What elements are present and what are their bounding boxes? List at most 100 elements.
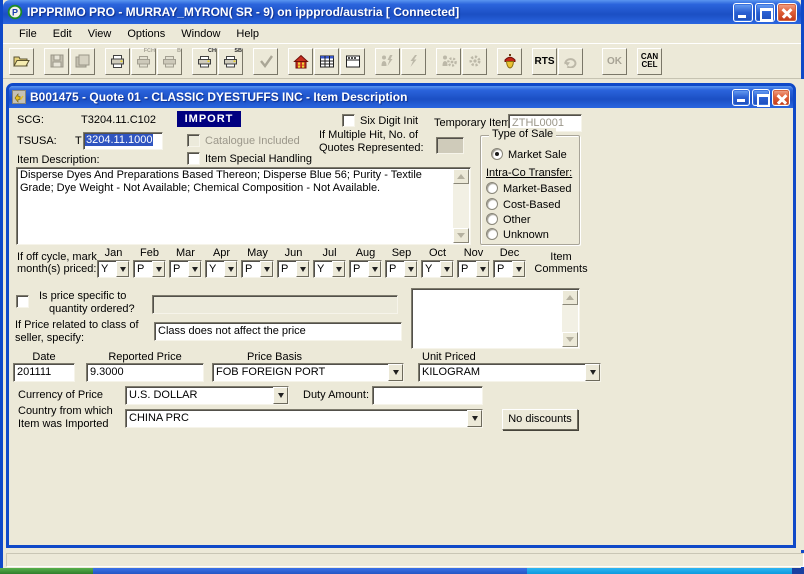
- child-titlebar: B001475 - Quote 01 - CLASSIC DYESTUFFS I…: [9, 86, 793, 108]
- window-button[interactable]: [340, 48, 365, 75]
- class-of-seller-field[interactable]: Class does not affect the price: [154, 322, 402, 341]
- country-label-line1: Country from which: [18, 405, 113, 417]
- unknown-radio[interactable]: [486, 228, 498, 240]
- item-description-label: Item Description:: [17, 154, 100, 166]
- other-radio[interactable]: [486, 213, 498, 225]
- qty-specific-label-line2: quantity ordered?: [49, 303, 135, 315]
- month-priced-select-jan[interactable]: Y: [97, 260, 130, 278]
- multiple-hit-label-line1: If Multiple Hit, No. of: [319, 129, 418, 141]
- chevron-down-icon: [467, 410, 482, 427]
- off-cycle-label-line1: If off cycle, mark: [17, 251, 97, 263]
- country-select[interactable]: CHINA PRC: [125, 409, 483, 428]
- month-label: Jan: [97, 247, 130, 259]
- printer-ch-icon: [197, 54, 212, 69]
- description-scrollbar[interactable]: [453, 169, 469, 243]
- acorn-button[interactable]: [497, 48, 522, 75]
- special-handling-checkbox[interactable]: [187, 152, 200, 165]
- child-close-button[interactable]: [772, 89, 790, 106]
- menu-help[interactable]: Help: [228, 26, 267, 42]
- cost-based-label: Cost-Based: [503, 199, 560, 211]
- item-description-window: B001475 - Quote 01 - CLASSIC DYESTUFFS I…: [6, 83, 796, 548]
- reported-price-field[interactable]: 9.3000: [86, 363, 204, 382]
- item-description-textarea[interactable]: Disperse Dyes And Preparations Based The…: [16, 167, 471, 245]
- tsusa-field[interactable]: 3204.11.1000: [83, 132, 163, 150]
- no-discounts-button[interactable]: No discounts: [502, 409, 578, 430]
- print-button[interactable]: [105, 48, 130, 75]
- active-taskbar-button[interactable]: [527, 568, 792, 574]
- scroll-up-icon[interactable]: [453, 169, 469, 184]
- month-cell-dec: Dec P: [493, 247, 526, 278]
- printer-icon: [110, 54, 125, 69]
- date-label: Date: [13, 351, 75, 363]
- market-sale-radio[interactable]: [491, 148, 503, 160]
- rts-button[interactable]: RTS: [532, 48, 557, 75]
- currency-select[interactable]: U.S. DOLLAR: [125, 386, 289, 405]
- month-label: Jul: [313, 247, 346, 259]
- scroll-up-icon[interactable]: [562, 290, 578, 305]
- start-button[interactable]: [0, 568, 93, 574]
- open-button[interactable]: [9, 48, 34, 75]
- catalogue-included-checkbox: [187, 134, 200, 147]
- taskbar-buttons[interactable]: [93, 568, 527, 574]
- home-button[interactable]: [288, 48, 313, 75]
- menu-window[interactable]: Window: [173, 26, 228, 42]
- child-minimize-button[interactable]: [732, 89, 750, 106]
- cancel-button[interactable]: CAN CEL: [637, 48, 662, 75]
- month-priced-select-oct[interactable]: Y: [421, 260, 454, 278]
- app-icon: P: [7, 4, 23, 20]
- month-priced-select-sep[interactable]: P: [385, 260, 418, 278]
- scroll-down-icon[interactable]: [562, 332, 578, 347]
- maximize-button[interactable]: [755, 3, 775, 22]
- print-b-button: B: [157, 48, 182, 75]
- market-sale-label: Market Sale: [508, 149, 567, 161]
- market-based-radio[interactable]: [486, 182, 498, 194]
- month-priced-select-jul[interactable]: Y: [313, 260, 346, 278]
- menu-view[interactable]: View: [80, 26, 120, 42]
- scroll-down-icon[interactable]: [453, 228, 469, 243]
- month-cell-jul: Jul Y: [313, 247, 346, 278]
- class-of-seller-label-line1: If Price related to class of: [15, 319, 139, 331]
- validate-button: [253, 48, 278, 75]
- month-priced-select-dec[interactable]: P: [493, 260, 526, 278]
- duty-amount-field[interactable]: [372, 386, 483, 405]
- chevron-down-icon: [224, 261, 237, 277]
- month-priced-select-mar[interactable]: P: [169, 260, 202, 278]
- qty-specific-checkbox[interactable]: [16, 295, 29, 308]
- month-label: Nov: [457, 247, 490, 259]
- print-fch-button: FCH: [131, 48, 156, 75]
- cost-based-radio[interactable]: [486, 198, 498, 210]
- print-sb-button[interactable]: SB: [218, 48, 243, 75]
- unit-priced-select[interactable]: KILOGRAM: [418, 363, 601, 382]
- comments-scrollbar[interactable]: [562, 290, 578, 347]
- item-comments-label-line2: Comments: [529, 263, 593, 275]
- six-digit-init-checkbox[interactable]: [342, 114, 355, 127]
- grid-button[interactable]: [314, 48, 339, 75]
- date-field[interactable]: 201111: [13, 363, 75, 382]
- save-button: [44, 48, 69, 75]
- chevron-down-icon: [260, 261, 273, 277]
- menu-options[interactable]: Options: [119, 26, 173, 42]
- month-label: Mar: [169, 247, 202, 259]
- item-comments-textarea[interactable]: [411, 288, 580, 349]
- month-priced-select-feb[interactable]: P: [133, 260, 166, 278]
- qty-specific-label-line1: Is price specific to: [39, 290, 126, 302]
- price-basis-select[interactable]: FOB FOREIGN PORT: [212, 363, 404, 382]
- market-based-label: Market-Based: [503, 183, 571, 195]
- off-cycle-label-line2: month(s) priced:: [17, 263, 96, 275]
- quotes-represented-field[interactable]: [436, 137, 464, 154]
- month-priced-select-apr[interactable]: Y: [205, 260, 238, 278]
- toolbar: FCH B CH SB: [3, 43, 801, 79]
- month-priced-select-nov[interactable]: P: [457, 260, 490, 278]
- open-folder-icon: [13, 54, 30, 68]
- month-priced-select-jun[interactable]: P: [277, 260, 310, 278]
- minimize-button[interactable]: [733, 3, 753, 22]
- month-priced-select-aug[interactable]: P: [349, 260, 382, 278]
- close-button[interactable]: [777, 3, 797, 22]
- menu-edit[interactable]: Edit: [45, 26, 80, 42]
- month-priced-select-may[interactable]: P: [241, 260, 274, 278]
- print-ch-button[interactable]: CH: [192, 48, 217, 75]
- month-label: Oct: [421, 247, 454, 259]
- menu-file[interactable]: File: [11, 26, 45, 42]
- country-label-line2: Item was Imported: [18, 418, 108, 430]
- child-maximize-button[interactable]: [752, 89, 770, 106]
